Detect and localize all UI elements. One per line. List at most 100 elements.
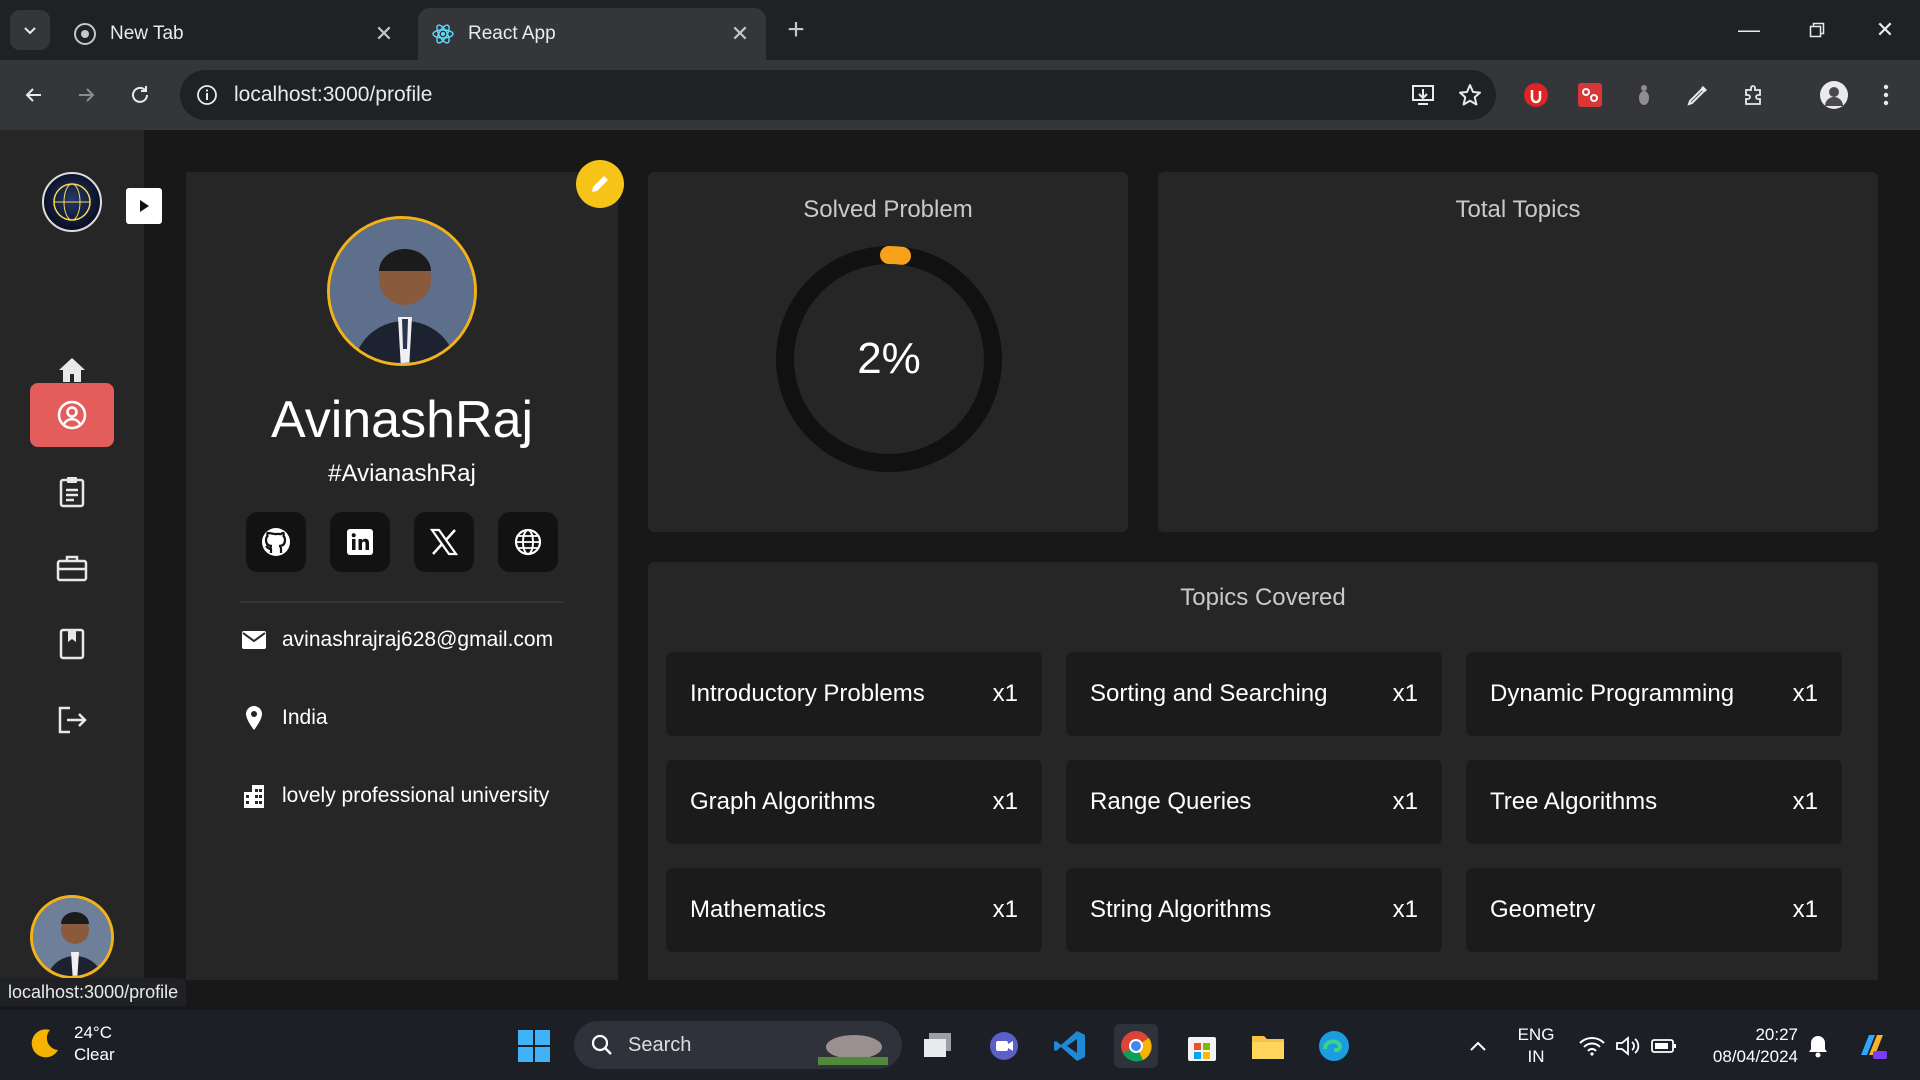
topic-card[interactable]: Graph Algorithms x1 bbox=[666, 760, 1042, 844]
react-icon bbox=[432, 23, 454, 45]
address-bar[interactable]: localhost:3000/profile bbox=[180, 70, 1496, 120]
taskbar-search[interactable]: Search bbox=[574, 1021, 902, 1069]
extension-icon[interactable] bbox=[1624, 75, 1664, 115]
file-explorer-icon[interactable] bbox=[1246, 1024, 1290, 1068]
sidebar-expand-button[interactable] bbox=[126, 188, 162, 224]
link-status-bubble: localhost:3000/profile bbox=[0, 978, 187, 1006]
topic-card[interactable]: Range Queries x1 bbox=[1066, 760, 1442, 844]
close-window-icon[interactable]: ✕ bbox=[1862, 10, 1908, 50]
show-hidden-icons-chevron-icon[interactable] bbox=[1456, 1024, 1500, 1068]
sidebar-user-avatar[interactable] bbox=[30, 895, 114, 979]
weather-widget[interactable]: 24°C Clear bbox=[26, 1022, 115, 1066]
app-logo[interactable] bbox=[42, 172, 102, 232]
topic-card[interactable]: Introductory Problems x1 bbox=[666, 652, 1042, 736]
chrome-taskbar-icon[interactable] bbox=[1114, 1024, 1158, 1068]
redux-extension-icon[interactable] bbox=[1570, 75, 1610, 115]
linkedin-link[interactable] bbox=[330, 512, 390, 572]
organization-row: lovely professional university bbox=[240, 782, 549, 810]
windows-taskbar: 24°C Clear Search ENG IN 20:27 08/04/202… bbox=[0, 1010, 1920, 1080]
sidebar-item-problems[interactable] bbox=[30, 460, 114, 524]
topic-count: x1 bbox=[992, 788, 1018, 815]
topic-card[interactable]: Geometry x1 bbox=[1466, 868, 1842, 952]
task-view-icon[interactable] bbox=[916, 1024, 960, 1068]
back-icon[interactable] bbox=[14, 75, 54, 115]
social-links bbox=[246, 512, 558, 572]
sidebar-item-logout[interactable] bbox=[30, 688, 114, 752]
close-tab-icon[interactable]: ✕ bbox=[370, 20, 398, 48]
minimize-icon[interactable]: — bbox=[1726, 10, 1772, 50]
notification-bell-icon[interactable] bbox=[1796, 1024, 1840, 1068]
topic-count: x1 bbox=[1792, 896, 1818, 923]
play-arrow-icon bbox=[140, 200, 149, 212]
language-bottom: IN bbox=[1527, 1047, 1545, 1066]
restore-icon[interactable] bbox=[1794, 10, 1840, 50]
color-picker-icon[interactable] bbox=[1678, 75, 1718, 115]
logout-icon bbox=[58, 706, 87, 734]
forward-icon[interactable] bbox=[66, 75, 106, 115]
extensions-puzzle-icon[interactable] bbox=[1734, 75, 1774, 115]
clock-date: 08/04/2024 bbox=[1712, 1047, 1798, 1066]
topic-name: Introductory Problems bbox=[690, 680, 925, 707]
github-link[interactable] bbox=[246, 512, 306, 572]
battery-icon[interactable] bbox=[1642, 1024, 1686, 1068]
close-tab-icon[interactable]: ✕ bbox=[726, 20, 754, 48]
solved-problem-title: Solved Problem bbox=[803, 196, 973, 223]
new-tab-button[interactable]: + bbox=[780, 13, 812, 46]
briefcase-icon bbox=[56, 555, 88, 582]
topic-card[interactable]: String Algorithms x1 bbox=[1066, 868, 1442, 952]
language-top: ENG bbox=[1517, 1025, 1555, 1044]
globe-icon bbox=[514, 528, 542, 556]
total-topics-title: Total Topics bbox=[1455, 196, 1581, 223]
bookmark-star-icon[interactable] bbox=[1450, 75, 1490, 115]
search-highlight-hippo-icon bbox=[818, 1035, 888, 1065]
bookmark-book-icon bbox=[59, 628, 85, 660]
menu-kebab-icon[interactable] bbox=[1866, 75, 1906, 115]
vscode-icon[interactable] bbox=[1048, 1024, 1092, 1068]
tab-new-tab[interactable]: New Tab ✕ bbox=[60, 8, 410, 60]
install-app-icon[interactable] bbox=[1404, 75, 1444, 115]
total-topics-panel: Total Topics bbox=[1158, 172, 1878, 532]
sidebar-item-profile[interactable] bbox=[30, 383, 114, 447]
solved-percent-label: 2% bbox=[857, 334, 921, 383]
copilot-icon[interactable] bbox=[1850, 1024, 1894, 1068]
topic-card[interactable]: Dynamic Programming x1 bbox=[1466, 652, 1842, 736]
website-link[interactable] bbox=[498, 512, 558, 572]
topic-name: Mathematics bbox=[690, 896, 827, 923]
topic-card[interactable]: Tree Algorithms x1 bbox=[1466, 760, 1842, 844]
search-label: Search bbox=[628, 1033, 692, 1056]
topic-card[interactable]: Sorting and Searching x1 bbox=[1066, 652, 1442, 736]
tab-title: React App bbox=[468, 23, 556, 44]
start-windows-icon[interactable] bbox=[512, 1024, 556, 1068]
language-indicator[interactable]: ENG IN bbox=[1508, 1024, 1564, 1068]
sidebar-item-jobs[interactable] bbox=[30, 536, 114, 600]
topic-name: Geometry bbox=[1490, 896, 1596, 923]
profile-avatar bbox=[327, 216, 477, 366]
edit-profile-button[interactable] bbox=[576, 160, 624, 208]
github-icon bbox=[262, 528, 290, 556]
profile-avatar-icon[interactable] bbox=[1814, 75, 1854, 115]
tab-react-app[interactable]: React App ✕ bbox=[418, 8, 766, 60]
profile-name: AvinashRaj bbox=[270, 391, 534, 449]
edge-browser-icon[interactable] bbox=[1312, 1024, 1356, 1068]
site-info-icon[interactable] bbox=[192, 80, 222, 110]
sidebar-item-bookmarks[interactable] bbox=[30, 612, 114, 676]
clock[interactable]: 20:27 08/04/2024 bbox=[1698, 1024, 1798, 1068]
topic-count: x1 bbox=[992, 680, 1018, 707]
weather-temp: 24°C bbox=[74, 1023, 112, 1042]
chevron-down-icon bbox=[24, 27, 36, 35]
profile-divider bbox=[240, 601, 564, 603]
x-icon bbox=[429, 528, 459, 556]
email-text: avinashrajraj628@gmail.com bbox=[282, 628, 554, 651]
tab-bar: New Tab ✕ React App ✕ + — ✕ bbox=[0, 0, 1920, 60]
ublock-extension-icon[interactable] bbox=[1516, 75, 1556, 115]
browser-toolbar: localhost:3000/profile bbox=[0, 60, 1920, 130]
tab-search-button[interactable] bbox=[10, 10, 50, 50]
topics-covered-panel: Topics Covered Introductory Problems x1 … bbox=[648, 562, 1878, 980]
microsoft-store-icon[interactable] bbox=[1180, 1024, 1224, 1068]
search-icon bbox=[591, 1034, 612, 1055]
reload-icon[interactable] bbox=[120, 75, 160, 115]
teams-chat-icon[interactable] bbox=[982, 1024, 1026, 1068]
x-twitter-link[interactable] bbox=[414, 512, 474, 572]
topic-card[interactable]: Mathematics x1 bbox=[666, 868, 1042, 952]
organization-text: lovely professional university bbox=[282, 784, 550, 807]
